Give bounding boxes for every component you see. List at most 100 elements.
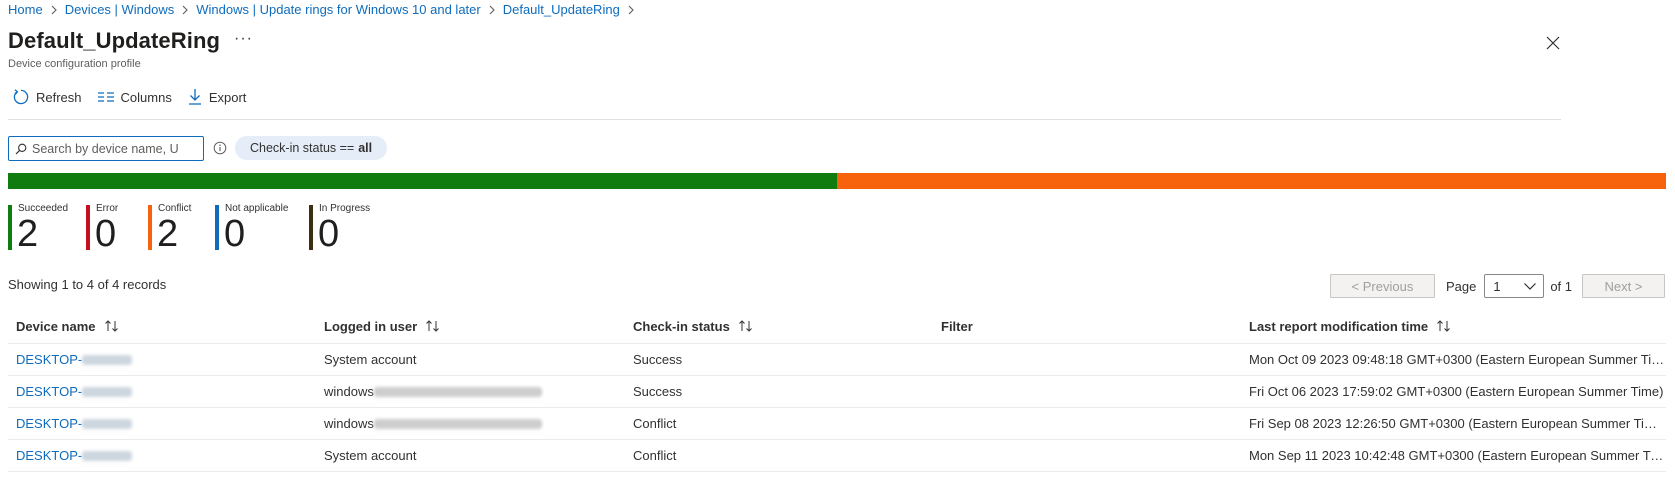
logged-in-user-text: windows	[324, 383, 374, 399]
device-name-text: DESKTOP-	[16, 351, 83, 367]
search-input[interactable]	[32, 141, 200, 156]
last-report-time-cell: Fri Oct 06 2023 17:59:02 GMT+0300 (Easte…	[1241, 375, 1666, 408]
tile-color-bar	[148, 205, 152, 250]
table-row: DESKTOP- System account Conflict Mon Sep…	[8, 439, 1666, 472]
close-button[interactable]	[1545, 35, 1561, 51]
sort-icon[interactable]	[425, 320, 441, 335]
page-select[interactable]: 1	[1484, 274, 1545, 298]
column-header-filter: Filter	[933, 311, 1241, 344]
refresh-label: Refresh	[36, 89, 82, 105]
filter-pill-checkin-status[interactable]: Check-in status == all	[235, 136, 388, 160]
page-total: of 1	[1550, 278, 1572, 294]
column-header-label: Device name	[16, 318, 96, 334]
page-subtitle: Device configuration profile	[8, 58, 141, 70]
chevron-right-icon	[50, 5, 58, 15]
checkin-status-cell: Conflict	[625, 407, 933, 440]
filter-pill-value: all	[358, 141, 373, 155]
close-icon	[1546, 36, 1560, 50]
chevron-right-icon	[627, 5, 635, 15]
device-name-link[interactable]: DESKTOP-	[8, 407, 316, 440]
refresh-icon	[13, 89, 29, 105]
sort-icon[interactable]	[104, 320, 120, 335]
page-title: Default_UpdateRing	[8, 28, 221, 53]
checkin-status-cell: Success	[625, 343, 933, 376]
table-row: DESKTOP- System account Success Mon Oct …	[8, 343, 1666, 376]
filter-cell	[933, 375, 1241, 408]
last-report-time-cell: Mon Sep 11 2023 10:42:48 GMT+0300 (Easte…	[1241, 439, 1666, 472]
logged-in-user-cell: System account	[316, 439, 625, 472]
tile-value: 0	[224, 213, 246, 255]
page-select-value: 1	[1493, 278, 1501, 294]
filter-pill-field: Check-in status ==	[250, 141, 355, 155]
command-bar: Refresh Columns Export	[12, 88, 246, 106]
device-name-link[interactable]: DESKTOP-	[8, 343, 316, 376]
column-header-logged-in-user[interactable]: Logged in user	[316, 311, 625, 344]
columns-button[interactable]: Columns	[97, 90, 172, 105]
tile-color-bar	[8, 205, 12, 250]
filter-cell	[933, 439, 1241, 472]
filter-cell	[933, 343, 1241, 376]
logged-in-user-cell: System account	[316, 343, 625, 376]
redacted-text	[82, 355, 133, 366]
pagination: < Previous Page 1 of 1 Next >	[1329, 274, 1665, 298]
sort-icon[interactable]	[1436, 320, 1452, 335]
device-name-link[interactable]: DESKTOP-	[8, 375, 316, 408]
tile-value: 2	[157, 213, 179, 255]
status-distribution-bar	[8, 173, 1666, 189]
search-box[interactable]	[8, 136, 204, 161]
tile-color-bar	[215, 205, 219, 250]
column-header-label: Last report modification time	[1249, 318, 1429, 334]
device-name-text: DESKTOP-	[16, 383, 83, 399]
checkin-status-cell: Success	[625, 375, 933, 408]
redacted-text	[82, 419, 133, 430]
column-header-device-name[interactable]: Device name	[8, 311, 316, 344]
breadcrumb-update-rings[interactable]: Windows | Update rings for Windows 10 an…	[196, 2, 480, 17]
status-bar-conflict-segment	[837, 173, 1666, 189]
info-icon[interactable]	[213, 141, 227, 158]
filter-cell	[933, 407, 1241, 440]
logged-in-user-text: windows	[324, 415, 374, 431]
tile-color-bar	[309, 205, 313, 250]
chevron-right-icon	[488, 5, 496, 15]
device-name-text: DESKTOP-	[16, 447, 83, 463]
device-name-text: DESKTOP-	[16, 415, 83, 431]
refresh-button[interactable]: Refresh	[12, 88, 82, 106]
table-header-row: Device name Logged in user Check-in stat…	[8, 311, 1666, 344]
logged-in-user-cell: windows	[316, 375, 625, 408]
export-button[interactable]: Export	[187, 88, 247, 106]
table-row: DESKTOP- windows Conflict Fri Sep 08 202…	[8, 407, 1666, 440]
table-row: DESKTOP- windows Success Fri Oct 06 2023…	[8, 375, 1666, 408]
columns-icon	[97, 92, 114, 102]
search-icon	[15, 143, 27, 154]
breadcrumb-devices-windows[interactable]: Devices | Windows	[65, 2, 175, 17]
chevron-down-icon	[1524, 283, 1537, 290]
status-bar-succeeded-segment	[8, 173, 837, 189]
column-header-label: Logged in user	[324, 318, 418, 334]
last-report-time-cell: Mon Oct 09 2023 09:48:18 GMT+0300 (Easte…	[1241, 343, 1666, 376]
previous-page-button[interactable]: < Previous	[1329, 274, 1435, 298]
breadcrumb-home[interactable]: Home	[8, 2, 43, 17]
device-name-link[interactable]: DESKTOP-	[8, 439, 316, 472]
columns-label: Columns	[120, 89, 172, 105]
more-options-button[interactable]: ···	[234, 30, 253, 48]
column-header-label: Check-in status	[633, 318, 730, 334]
export-label: Export	[208, 89, 247, 105]
page-label: Page	[1445, 278, 1477, 294]
checkin-status-cell: Conflict	[625, 439, 933, 472]
tile-color-bar	[86, 205, 90, 250]
column-header-checkin-status[interactable]: Check-in status	[625, 311, 933, 344]
redacted-text	[82, 387, 133, 398]
sort-icon[interactable]	[738, 320, 754, 335]
breadcrumb-default-updatering[interactable]: Default_UpdateRing	[503, 2, 620, 17]
tile-value: 0	[318, 213, 340, 255]
records-count: Showing 1 to 4 of 4 records	[8, 277, 167, 292]
column-header-label: Filter	[941, 319, 973, 335]
logged-in-user-cell: windows	[316, 407, 625, 440]
next-page-button[interactable]: Next >	[1582, 274, 1665, 298]
tile-value: 0	[95, 213, 117, 255]
column-header-last-report-time[interactable]: Last report modification time	[1241, 311, 1666, 344]
toolbar-divider	[8, 119, 1561, 120]
redacted-text	[373, 387, 542, 398]
device-status-table: Device name Logged in user Check-in stat…	[8, 311, 1666, 472]
tile-value: 2	[17, 213, 39, 255]
